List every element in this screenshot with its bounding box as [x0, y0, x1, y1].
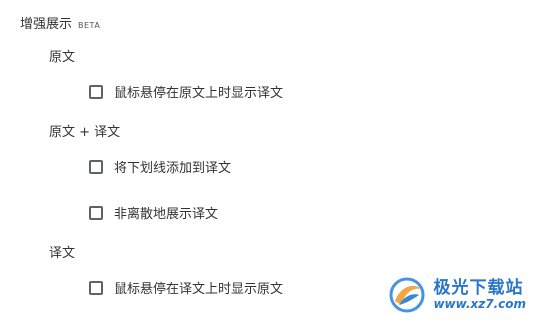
option-label: 将下划线添加到译文 — [114, 161, 232, 176]
group-label-translation: 译文 — [49, 246, 76, 261]
option-underline-translation[interactable]: 将下划线添加到译文 — [89, 157, 231, 176]
beta-badge: BETA — [78, 21, 101, 30]
checkbox[interactable] — [89, 159, 103, 174]
checkbox[interactable] — [89, 84, 103, 99]
section-title: 增强展示 — [20, 17, 73, 32]
watermark: 极光下载站 www.xz7.com — [387, 275, 526, 315]
watermark-logo-icon — [389, 277, 425, 313]
watermark-url: www.xz7.com — [433, 296, 526, 311]
group-label-source-plus-translation: 原文 + 译文 — [49, 125, 121, 140]
checkbox[interactable] — [89, 205, 103, 220]
checkbox[interactable] — [89, 280, 103, 295]
section-header: 增强展示 BETA — [20, 13, 100, 32]
watermark-name: 极光下载站 — [433, 277, 524, 298]
option-hover-source-show-translation[interactable]: 鼠标悬停在原文上时显示译文 — [89, 82, 283, 101]
option-label: 鼠标悬停在译文上时显示原文 — [114, 282, 284, 297]
option-label: 非离散地展示译文 — [114, 207, 219, 222]
option-non-discrete-translation[interactable]: 非离散地展示译文 — [89, 203, 218, 222]
watermark-text: 极光下载站 www.xz7.com — [433, 277, 526, 311]
option-hover-translation-show-source[interactable]: 鼠标悬停在译文上时显示原文 — [89, 278, 283, 297]
group-label-source: 原文 — [49, 50, 76, 65]
enhanced-display-settings: 增强展示 BETA 原文 鼠标悬停在原文上时显示译文 原文 + 译文 将下划线添… — [0, 0, 536, 323]
option-label: 鼠标悬停在原文上时显示译文 — [114, 86, 284, 101]
